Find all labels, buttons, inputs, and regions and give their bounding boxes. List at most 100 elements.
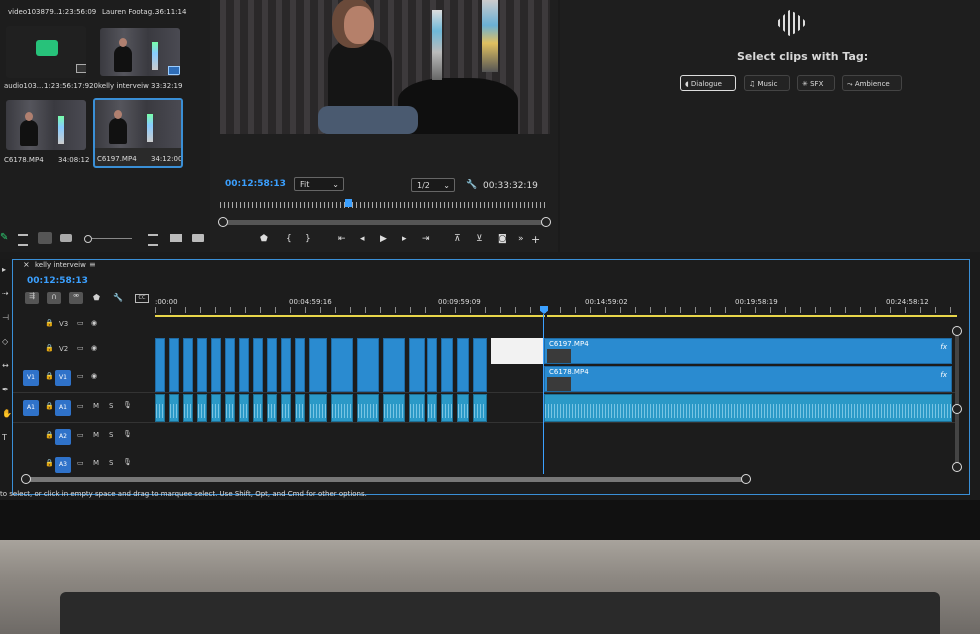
mark-out-icon[interactable]: } [305,234,311,244]
sync-lock-icon[interactable]: ▭ [77,319,84,327]
sync-lock-icon[interactable]: ▭ [77,372,84,380]
folder-icon[interactable] [192,234,204,242]
zoom-bar-end-handle[interactable] [541,217,551,227]
timeline-clip[interactable] [409,338,425,392]
timeline-clip[interactable] [457,338,469,392]
tag-sfx-button[interactable]: ✳ SFX [797,75,835,91]
mute-button[interactable]: M [93,431,99,439]
tag-music-button[interactable]: ♫ Music [744,75,790,91]
timeline-clip[interactable]: C6178.MP4 fx [544,366,952,392]
timeline-clip[interactable] [155,338,165,392]
timeline-clip[interactable] [309,338,327,392]
microphone-icon[interactable]: 🎙 [123,401,132,409]
audio-clip[interactable] [211,394,221,422]
audio-clip[interactable] [155,394,165,422]
audio-clip[interactable] [473,394,487,422]
type-tool-icon[interactable]: T [2,433,7,442]
solo-button[interactable]: S [109,402,113,410]
step-forward-icon[interactable]: ▸ [402,234,407,244]
track-target-a3[interactable]: A3 [55,457,71,473]
timeline-clip[interactable] [473,338,487,392]
work-area-bar-left[interactable] [155,315,545,317]
menu-icon[interactable]: ≡ [89,260,96,269]
pen-tool-icon[interactable]: ✒ [2,385,9,394]
clip-name[interactable]: Lauren Footag... [102,8,159,16]
zoom-slider-track[interactable] [92,238,132,239]
add-marker-icon[interactable]: ⬟ [93,293,100,302]
audio-clip[interactable] [409,394,425,422]
clip-name[interactable]: C6178.MP4 [4,156,44,164]
audio-clip[interactable] [169,394,179,422]
vertical-scrollbar[interactable] [955,330,959,470]
solo-button[interactable]: S [109,431,113,439]
fit-dropdown[interactable]: Fit ⌄ [294,177,344,191]
clip-name[interactable]: video103879... [8,8,61,16]
track-target-a2[interactable]: A2 [55,429,71,445]
eye-icon[interactable]: ◉ [91,344,97,352]
new-bin-icon[interactable] [170,234,182,242]
audio-clip[interactable] [239,394,249,422]
track-target-a1[interactable]: A1 [55,400,71,416]
play-icon[interactable]: ▶ [380,234,387,244]
lift-icon[interactable]: ⊼ [454,234,461,244]
timeline-clip[interactable]: C6197.MP4 fx [544,338,952,364]
timeline-clip[interactable] [427,338,437,392]
timeline-settings-wrench-icon[interactable]: 🔧 [113,293,123,302]
h-scroll-handle-start[interactable] [21,474,31,484]
sync-lock-icon[interactable]: ▭ [77,459,84,467]
timeline-clip[interactable] [357,338,379,392]
zoom-slider-handle[interactable] [84,235,92,243]
timeline-clip[interactable] [383,338,405,392]
audio-clip[interactable] [544,394,952,422]
audio-clip[interactable] [331,394,353,422]
nest-icon[interactable]: ⇶ [25,292,39,304]
mark-in-icon[interactable]: { [286,234,292,244]
audio-clip[interactable] [253,394,263,422]
timeline-clip[interactable] [197,338,207,392]
razor-tool-icon[interactable]: ◇ [2,337,8,346]
graphic-clip[interactable] [491,338,543,364]
captions-icon[interactable]: CC [135,294,149,303]
v-scroll-handle-bottom[interactable] [952,462,962,472]
slip-tool-icon[interactable]: ↔ [2,361,9,370]
timeline-clip[interactable] [267,338,277,392]
track-label[interactable]: V3 [59,320,68,328]
audio-clip[interactable] [457,394,469,422]
lock-icon[interactable]: 🔒 [45,319,54,327]
source-patch-v1[interactable]: V1 [23,370,39,386]
sync-lock-icon[interactable]: ▭ [77,402,84,410]
more-icon[interactable]: » [518,234,524,244]
sync-lock-icon[interactable]: ▭ [77,344,84,352]
resolution-dropdown[interactable]: 1/2 ⌄ [411,178,455,192]
camera-icon[interactable]: ◙ [498,234,507,244]
selected-clip-thumbnail[interactable]: C6197.MP4 34:12:00 [93,98,183,168]
timeline-clip[interactable] [281,338,291,392]
audio-clip[interactable] [309,394,327,422]
solo-button[interactable]: S [109,459,113,467]
sequence-tab[interactable]: kelly interveiw [35,261,86,269]
timeline-clip[interactable] [239,338,249,392]
snap-magnet-icon[interactable]: ∩ [47,292,61,304]
timeline-clip[interactable] [225,338,235,392]
eye-icon[interactable]: ◉ [91,319,97,327]
audio-clip[interactable] [197,394,207,422]
clip-thumbnail[interactable] [6,100,86,150]
microphone-icon[interactable]: 🎙 [123,458,132,466]
timeline-clip[interactable] [253,338,263,392]
audio-clip[interactable] [281,394,291,422]
list-view-icon[interactable] [18,234,28,246]
pencil-icon[interactable]: ✎ [0,232,10,243]
monitor-ruler[interactable] [220,202,548,208]
linked-selection-icon[interactable]: ⚮ [69,292,83,304]
add-button-icon[interactable]: + [531,233,540,246]
lock-icon[interactable]: 🔒 [45,431,54,439]
zoom-bar-start-handle[interactable] [218,217,228,227]
wrench-icon[interactable]: 🔧 [466,180,477,190]
monitor-zoom-bar[interactable] [222,220,546,225]
step-back-icon[interactable]: ◂ [360,234,365,244]
lock-icon[interactable]: 🔒 [45,459,54,467]
h-scroll-handle-end[interactable] [741,474,751,484]
selection-tool-icon[interactable]: ▸ [2,265,6,274]
audio-clip[interactable] [295,394,305,422]
timeline-clip[interactable] [331,338,353,392]
